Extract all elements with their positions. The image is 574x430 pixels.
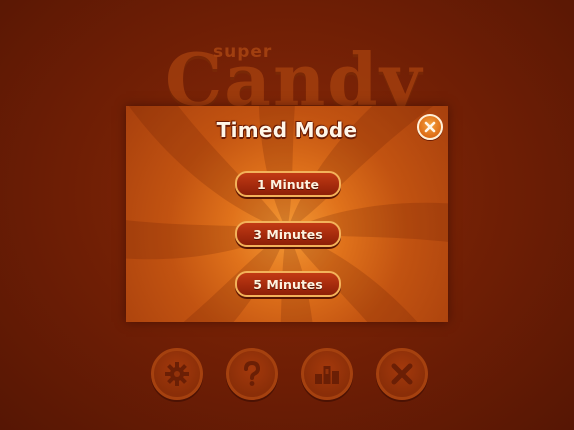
gear-icon: [164, 361, 190, 387]
settings-button[interactable]: [151, 348, 203, 400]
help-button[interactable]: [226, 348, 278, 400]
timed-mode-dialog: Timed Mode 1 Minute 3 Minutes 5 Minutes: [126, 106, 448, 322]
one-minute-button[interactable]: 1 Minute: [235, 171, 341, 197]
leaderboard-button[interactable]: [301, 348, 353, 400]
help-icon: [240, 361, 264, 387]
bottom-menu-bar: [0, 348, 574, 404]
exit-button[interactable]: [376, 348, 428, 400]
five-minutes-button[interactable]: 5 Minutes: [235, 271, 341, 297]
leaderboard-icon: [313, 362, 341, 386]
close-button[interactable]: [417, 114, 443, 140]
three-minutes-button[interactable]: 3 Minutes: [235, 221, 341, 247]
dialog-title: Timed Mode: [216, 118, 358, 142]
close-icon: [424, 118, 436, 137]
background-logo: super Candy: [0, 28, 574, 120]
exit-icon: [390, 362, 414, 386]
